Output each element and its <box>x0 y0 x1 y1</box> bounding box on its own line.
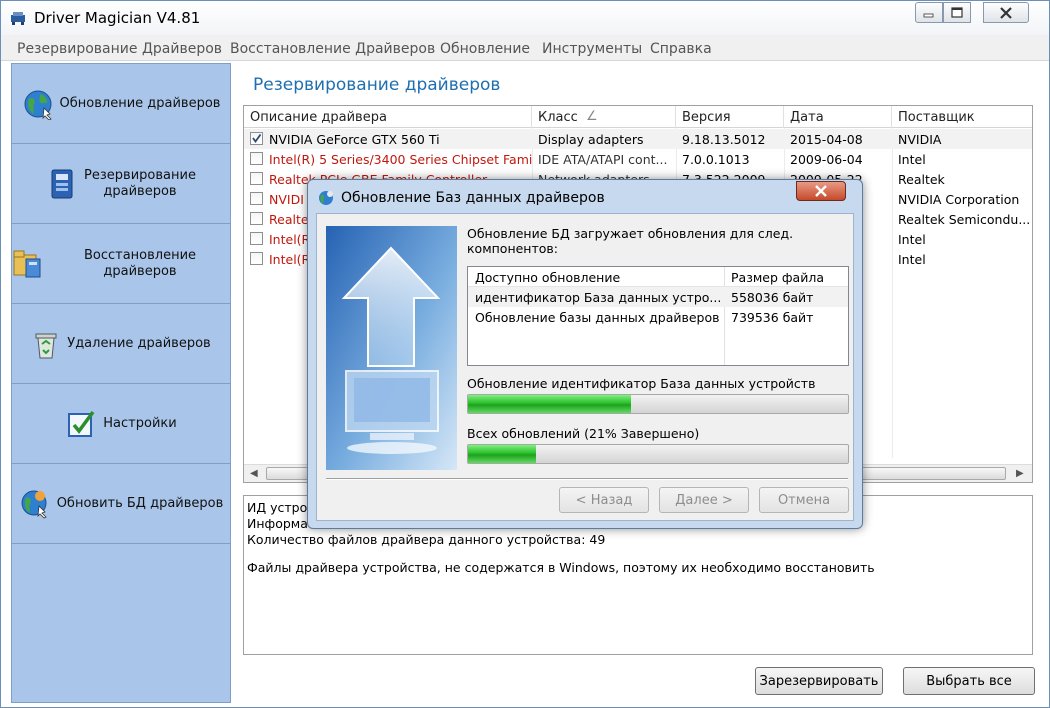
current-update-progress-fill <box>468 395 632 413</box>
update-row-name[interactable]: идентификатор База данных устро... <box>468 287 724 307</box>
backup-button[interactable]: Зарезервировать <box>755 667 883 695</box>
restore-icon <box>13 250 41 277</box>
recycle-bin-icon <box>35 333 57 358</box>
cell-version: 9.18.13.5012 <box>682 132 766 147</box>
cell-version: 7.0.0.1013 <box>682 152 750 167</box>
column-description[interactable]: Описание драйвера <box>244 106 532 128</box>
column-vendor[interactable]: Поставщик <box>892 106 1032 128</box>
details-line: Количество файлов драйвера данного устро… <box>247 532 606 547</box>
menu-tools[interactable]: Инструменты <box>542 41 642 57</box>
minimize-icon <box>923 13 934 17</box>
column-class[interactable]: Класс ∠ <box>532 106 676 128</box>
update-row-size[interactable]: 558036 байт <box>724 287 848 307</box>
maximize-button[interactable] <box>943 2 971 23</box>
cell-vendor: Realtek <box>898 172 945 187</box>
cancel-button[interactable]: Отмена <box>759 487 849 513</box>
sidebar-item-update-drivers[interactable]: Обновление драйверов <box>12 64 230 144</box>
minimize-button[interactable] <box>915 2 943 23</box>
column-version[interactable]: Версия <box>676 106 784 128</box>
update-db-dialog: Обновление Баз данных драйверов Обновлен… <box>307 179 863 529</box>
cell-name: Intel(R) 5 Series/3400 Series Chipset Fa… <box>269 152 532 167</box>
title-bar: Driver Magician V4.81 <box>1 1 1049 35</box>
sidebar-label: Резервирование драйверов <box>84 167 196 199</box>
dialog-message: Обновление БД загружает обновления для с… <box>467 226 794 256</box>
cell-vendor: NVIDIA <box>898 132 942 147</box>
sidebar-label: Удаление драйверов <box>67 335 211 351</box>
globe-icon <box>319 191 333 205</box>
app-icon <box>11 12 25 25</box>
next-button[interactable]: Далее > <box>659 487 749 513</box>
sidebar-item-backup-drivers[interactable]: Резервирование драйверов <box>12 144 230 224</box>
update-row-name[interactable]: Обновление базы данных драйверов <box>468 307 724 327</box>
cell-name: NVIDIA GeForce GTX 560 Ti <box>269 132 440 147</box>
details-line <box>247 548 1029 560</box>
table-row[interactable]: NVIDIA GeForce GTX 560 Ti Display adapter… <box>244 129 1032 149</box>
sidebar-label: Восстановление драйверов <box>83 247 197 279</box>
page-title: Резервирование драйверов <box>253 75 501 95</box>
sidebar-item-restore-drivers[interactable]: Восстановление драйверов <box>12 224 230 304</box>
updates-table: Доступно обновление Размер файла идентиф… <box>467 266 849 366</box>
driver-magician-window: Driver Magician V4.81 Резервирование Дра… <box>0 0 1050 708</box>
cell-vendor: Intel <box>898 252 926 267</box>
menu-restore[interactable]: Восстановление Драйверов <box>230 41 435 57</box>
dialog-close-button[interactable] <box>796 181 846 201</box>
current-update-label: Обновление идентификатор База данных уст… <box>467 376 816 391</box>
column-date[interactable]: Дата <box>784 106 892 128</box>
driver-list-header: Описание драйвера Класс ∠ Версия Дата По… <box>244 106 1032 128</box>
window-title: Driver Magician V4.81 <box>34 9 201 27</box>
globe-icon <box>24 90 52 120</box>
sort-indicator-icon: ∠ <box>586 109 598 124</box>
scroll-right-icon[interactable]: ▶ <box>1016 468 1024 479</box>
cell-vendor: Intel <box>898 232 926 247</box>
dialog-divider <box>326 478 848 480</box>
table-row[interactable]: Intel(R) 5 Series/3400 Series Chipset Fa… <box>244 149 1032 169</box>
cell-class: IDE ATA/ATAPI cont... <box>538 152 668 167</box>
cell-date: 2015-04-08 <box>790 132 863 147</box>
total-progress-fill <box>468 445 537 463</box>
maximize-icon <box>951 6 963 18</box>
menu-help[interactable]: Справка <box>650 41 712 57</box>
details-line: Файлы драйвера устройства, не содержатся… <box>247 560 875 575</box>
update-db-icon <box>21 490 47 518</box>
scroll-left-icon[interactable]: ◀ <box>250 468 258 479</box>
sidebar-label: Обновить БД драйверов <box>56 495 224 511</box>
cell-date: 2009-06-04 <box>790 152 863 167</box>
column-available-update[interactable]: Доступно обновление <box>468 267 724 287</box>
sidebar: Обновление драйверов Резервирование драй… <box>11 63 231 703</box>
menu-update[interactable]: Обновление <box>440 41 530 57</box>
total-progress-label: Всех обновлений (21% Завершено) <box>467 426 700 441</box>
close-icon <box>815 185 827 197</box>
cell-vendor: NVIDIA Corporation <box>898 192 1020 207</box>
dialog-title: Обновление Баз данных драйверов <box>341 190 605 206</box>
column-class-label: Класс <box>538 110 578 125</box>
cell-class: Display adapters <box>538 132 644 147</box>
menu-backup[interactable]: Резервирование Драйверов <box>17 41 222 57</box>
settings-check-icon <box>68 410 95 437</box>
cell-vendor: Intel <box>898 152 926 167</box>
current-update-progress <box>467 394 849 414</box>
upload-arrow-illustration <box>326 226 457 470</box>
cell-vendor: Realtek Semicondu... <box>898 212 1031 227</box>
sidebar-item-update-db[interactable]: Обновить БД драйверов <box>12 464 230 544</box>
sidebar-label: Настройки <box>103 415 177 431</box>
update-row-size[interactable]: 739536 байт <box>724 307 848 327</box>
select-all-button[interactable]: Выбрать все <box>903 667 1035 695</box>
close-icon <box>1000 6 1012 19</box>
menu-bar: Резервирование Драйверов Восстановление … <box>1 35 1049 61</box>
sidebar-item-settings[interactable]: Настройки <box>12 384 230 464</box>
window-close-button[interactable] <box>983 2 1029 23</box>
back-button[interactable]: < Назад <box>559 487 649 513</box>
dialog-body: Обновление БД загружает обновления для с… <box>316 213 854 521</box>
sidebar-label: Обновление драйверов <box>59 95 221 111</box>
column-file-size[interactable]: Размер файла <box>724 267 848 287</box>
total-progress <box>467 444 849 464</box>
backup-icon <box>51 169 73 198</box>
sidebar-item-delete-drivers[interactable]: Удаление драйверов <box>12 304 230 384</box>
